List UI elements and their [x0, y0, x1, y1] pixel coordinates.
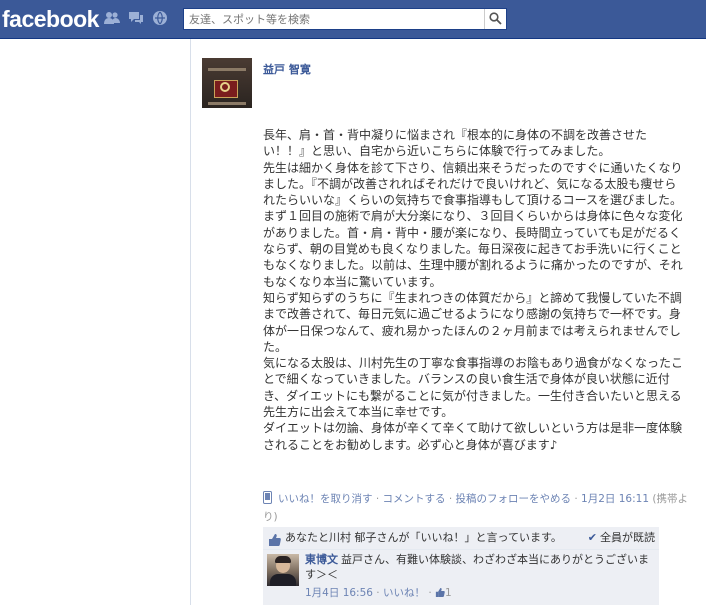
post-paragraph: 長年、肩・首・背中凝りに悩まされ『根本的に身体の不調を改善させたい！！』と思い、…	[263, 128, 648, 159]
messages-icon[interactable]	[128, 10, 144, 26]
post-paragraph: ダイエットは勿論、身体が辛くて辛くて助けて欲しいという方は是非一度体験されること…	[263, 421, 683, 452]
post-paragraph: 先生は細かく身体を診て下さり、信頼出来そうだったのですぐに通いたくなりました。『…	[263, 160, 683, 208]
author-avatar[interactable]	[202, 58, 252, 108]
comment-link[interactable]: コメントする	[383, 493, 446, 505]
comment-text: 益戸さん、有難い体験談、わざわざ本当にありがとうございます＞＜	[305, 553, 649, 581]
comment-body: 東博文 益戸さん、有難い体験談、わざわざ本当にありがとうございます＞＜	[305, 552, 655, 582]
thumbs-up-icon	[435, 588, 445, 597]
notifications-icon[interactable]	[152, 10, 168, 26]
feedback-box: あなたと川村 郁子さんが「いいね！」と言っています。 ✔ 全員が既読 東博文 益戸さ…	[263, 527, 659, 605]
comment-meta: 1月4日 16:56 · いいね！ · 1	[305, 587, 452, 599]
comment-like-link[interactable]: いいね！	[383, 587, 425, 599]
seen-indicator: ✔ 全員が既読	[587, 531, 655, 544]
comment-timestamp[interactable]: 1月4日 16:56	[305, 587, 373, 599]
commenter-avatar[interactable]	[267, 554, 299, 586]
search-icon	[489, 12, 502, 25]
facebook-logo[interactable]: facebook	[2, 6, 99, 33]
checkmark-icon: ✔	[587, 531, 597, 544]
top-bar: facebook	[0, 0, 706, 39]
friend-requests-icon[interactable]	[104, 10, 120, 26]
post-text: 長年、肩・首・背中凝りに悩まされ『根本的に身体の不調を改善させたい！！』と思い、…	[263, 127, 685, 453]
likes-text[interactable]: あなたと川村 郁子さんが「いいね！」と言っています。	[285, 527, 562, 549]
post-author[interactable]: 益戸 智寛	[263, 61, 311, 77]
left-column	[0, 39, 191, 605]
mobile-icon	[263, 491, 272, 509]
search-button[interactable]	[484, 9, 506, 29]
post-paragraph: 気になる太股は、川村先生の丁寧な食事指導のお陰もあり過食がなくなったことで細くな…	[263, 356, 684, 420]
post-paragraph: 知らず知らずのうちに『生まれつきの体質だから』と諦めて我慢していた不調まで改善さ…	[263, 290, 682, 354]
search-input[interactable]	[184, 9, 480, 29]
commenter-name[interactable]: 東博文	[305, 553, 338, 566]
unfollow-link[interactable]: 投稿のフォローをやめる	[456, 493, 572, 505]
post-actions: いいね！を取り消す · コメントする · 投稿のフォローをやめる · 1月2日 …	[263, 491, 688, 523]
comment-item: 東博文 益戸さん、有難い体験談、わざわざ本当にありがとうございます＞＜ 1月4日 …	[263, 550, 659, 605]
comment-like-count[interactable]: 1	[435, 587, 452, 599]
post-timestamp[interactable]: 1月2日 16:11	[581, 493, 649, 505]
search-box	[183, 8, 507, 30]
likes-row: あなたと川村 郁子さんが「いいね！」と言っています。 ✔ 全員が既読	[263, 527, 659, 550]
post-paragraph: まず１回目の施術で肩が大分楽になり、３回目くらいからは身体に色々な変化がありまし…	[263, 209, 683, 289]
unlike-link[interactable]: いいね！を取り消す	[278, 493, 373, 505]
